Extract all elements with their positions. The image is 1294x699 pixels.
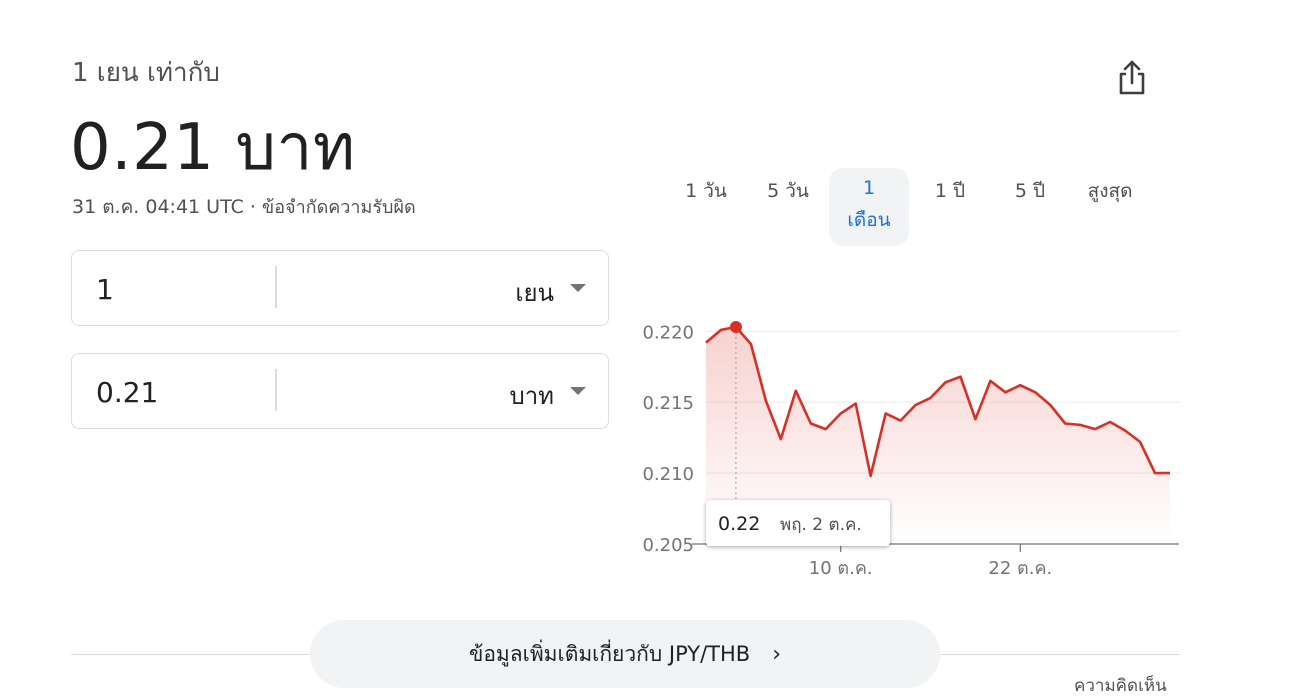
dropdown-caret-icon[interactable]	[570, 387, 586, 395]
divider-left	[71, 654, 311, 655]
more-info-button[interactable]: ข้อมูลเพิ่มเติมเกี่ยวกับ JPY/THB ›	[310, 620, 940, 688]
y-tick-label: 0.205	[642, 535, 694, 556]
range-tab-1-month-number: 1	[862, 177, 876, 199]
from-amount-input[interactable]: 1	[96, 273, 114, 306]
range-tab-max[interactable]: สูงสุด	[1074, 176, 1146, 206]
equivalence-label: 1 เยน เท่ากับ	[72, 58, 220, 88]
y-tick-label: 0.215	[642, 393, 694, 414]
converted-value: 0.21 บาท	[70, 111, 356, 185]
chart-tooltip: 0.22 พฤ. 2 ต.ค.	[706, 500, 890, 546]
y-tick-label: 0.220	[642, 322, 694, 343]
disclaimer-link[interactable]: ข้อจำกัดความรับผิด	[262, 197, 416, 218]
from-currency-select[interactable]: เยน	[515, 273, 554, 312]
from-currency-box[interactable]: 1 เยน	[71, 250, 609, 326]
more-info-label: ข้อมูลเพิ่มเติมเกี่ยวกับ JPY/THB	[468, 641, 751, 666]
feedback-link[interactable]: ความคิดเห็น	[1074, 672, 1167, 699]
share-button[interactable]	[1112, 56, 1152, 100]
range-tab-1-year[interactable]: 1 ปี	[914, 176, 986, 206]
divider-right	[940, 654, 1180, 655]
separator: ·	[249, 196, 256, 218]
exchange-rate-chart[interactable]: 10 ต.ค. 22 ต.ค. 0.220 0.215 0.210 0.205 0.22…	[630, 290, 1190, 590]
range-tab-5-years[interactable]: 5 ปี	[994, 176, 1066, 206]
chevron-right-icon: ›	[772, 641, 782, 667]
timestamp-row: 31 ต.ค. 04:41 UTC · ข้อจำกัดความรับผิด	[72, 192, 416, 222]
y-tick-label: 0.210	[642, 464, 694, 485]
x-tick-label: 22 ต.ค.	[988, 558, 1052, 579]
to-amount-input[interactable]: 0.21	[96, 376, 158, 409]
share-icon	[1119, 60, 1145, 95]
range-tab-1-day[interactable]: 1 วัน	[670, 176, 742, 206]
to-currency-box[interactable]: 0.21 บาท	[71, 353, 609, 429]
divider	[275, 266, 277, 308]
range-tab-5-days[interactable]: 5 วัน	[752, 176, 824, 206]
to-currency-select[interactable]: บาท	[509, 376, 554, 415]
dropdown-caret-icon[interactable]	[570, 284, 586, 292]
divider	[275, 369, 277, 411]
x-tick-label: 10 ต.ค.	[809, 558, 873, 579]
range-tab-1-month[interactable]: 1 เดือน	[829, 168, 909, 246]
tooltip-value: 0.22	[718, 513, 760, 535]
timestamp: 31 ต.ค. 04:41 UTC	[72, 196, 244, 218]
range-tab-1-month-unit: เดือน	[847, 209, 891, 231]
tooltip-date: พฤ. 2 ต.ค.	[780, 515, 862, 535]
hover-point	[729, 321, 742, 334]
